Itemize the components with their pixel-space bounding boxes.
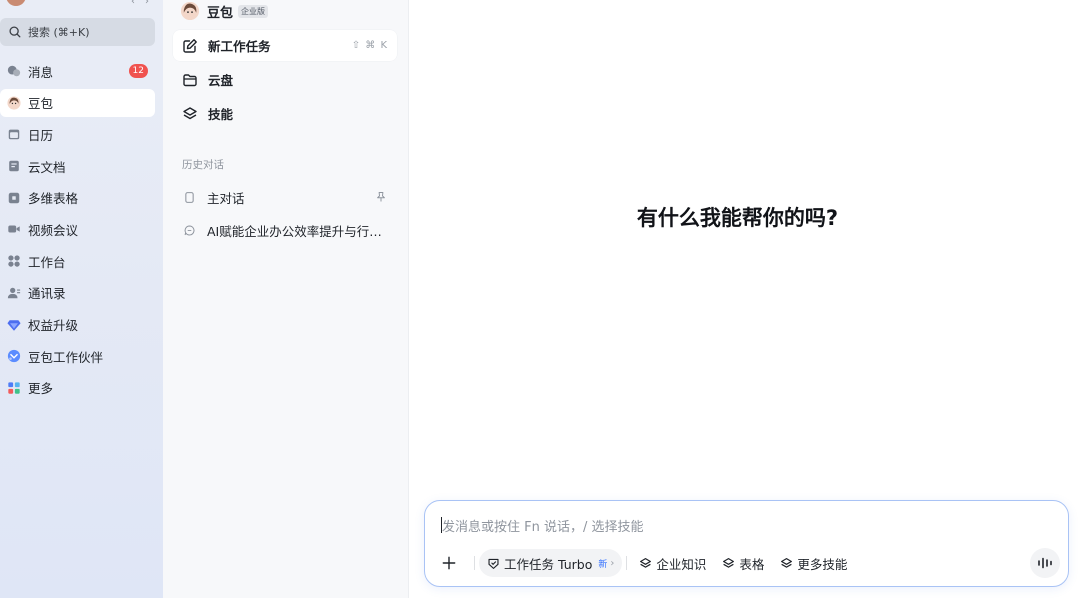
nav-item-calendar[interactable]: 日历: [0, 120, 155, 148]
message-composer[interactable]: 发消息或按住 Fn 说话，/ 选择技能 工作任务 Turbo 新 › 企业知识 …: [424, 500, 1069, 587]
search-icon: [9, 26, 21, 38]
waveform-icon: [1038, 557, 1052, 569]
message-icon: [7, 65, 21, 77]
more-skills-label: 更多技能: [797, 556, 848, 572]
nav-item-label: 视频会议: [28, 222, 79, 238]
nav-item-contacts[interactable]: 通讯录: [0, 279, 155, 307]
nav-item-label: 更多: [28, 381, 54, 397]
new-task-shortcut: ⇧ ⌘ K: [351, 40, 388, 51]
nav-item-base[interactable]: 多维表格: [0, 184, 155, 212]
edit-icon: [183, 38, 197, 53]
workplace-icon: [8, 255, 20, 267]
sheet-label: 表格: [739, 556, 765, 572]
skills-item[interactable]: 技能: [173, 98, 397, 129]
history-item-label: 主对话: [207, 190, 245, 206]
nav-list: 消息 12 豆包 日历 云文档 多维表格 视频会议 工作台 通讯录 权益升级 豆…: [0, 57, 155, 406]
base-table-icon: [8, 192, 20, 203]
work-task-turbo-chip[interactable]: 工作任务 Turbo 新 ›: [479, 549, 623, 577]
video-meeting-icon: [8, 225, 20, 233]
nav-item-label: 豆包工作伙伴: [28, 349, 104, 365]
search-bar[interactable]: 搜索 (⌘+K): [0, 18, 155, 46]
more-apps-icon: [8, 382, 20, 394]
nav-item-label: 豆包: [28, 96, 54, 112]
history-back-icon[interactable]: ‹: [131, 0, 135, 7]
history-section-label: 历史对话: [182, 159, 224, 171]
work-task-label: 工作任务 Turbo: [504, 556, 593, 572]
doubao-panel: 豆包 企业版 新工作任务 ⇧ ⌘ K 云盘 技能 历史对话 主对话 AI赋能企业…: [163, 0, 409, 598]
voice-input-button[interactable]: [1030, 548, 1060, 578]
left-nav: ‹ › 搜索 (⌘+K) 消息 12 豆包 日历 云文档 多维表格 视频会议 工…: [0, 0, 163, 598]
composer-placeholder[interactable]: 发消息或按住 Fn 说话，/ 选择技能: [442, 516, 644, 535]
nav-item-more[interactable]: 更多: [0, 374, 155, 402]
doc-icon: [185, 191, 194, 203]
folder-icon: [183, 73, 197, 86]
new-task-label: 新工作任务: [208, 39, 271, 54]
panel-header: 豆包 企业版: [181, 0, 269, 22]
nav-item-workplace[interactable]: 工作台: [0, 247, 155, 275]
sheet-chip[interactable]: 表格: [714, 549, 772, 577]
history-item-ai-office[interactable]: AI赋能企业办公效率提升与行业...: [173, 216, 397, 244]
diamond-icon: [7, 319, 21, 331]
unread-badge: 12: [128, 64, 148, 78]
edition-tag: 企业版: [238, 4, 269, 18]
partner-icon: [7, 350, 21, 363]
chat-icon: [184, 225, 195, 235]
nav-item-label: 多维表格: [28, 191, 79, 207]
nav-item-doubao-partner[interactable]: 豆包工作伙伴: [0, 342, 155, 370]
nav-item-label: 云文档: [28, 159, 66, 175]
toolbar-divider: [626, 556, 628, 570]
nav-item-doubao[interactable]: 豆包: [0, 88, 155, 117]
nav-top-icons: ‹ ›: [131, 0, 149, 7]
toolbar-divider: [474, 556, 475, 570]
user-avatar[interactable]: [6, 0, 26, 6]
layers-icon: [723, 557, 735, 568]
layers-icon: [640, 557, 652, 568]
new-task-button[interactable]: 新工作任务 ⇧ ⌘ K: [173, 30, 397, 61]
history-item-main[interactable]: 主对话: [173, 183, 397, 211]
nav-item-label: 消息: [28, 64, 54, 80]
task-turbo-icon: [488, 558, 499, 569]
doubao-avatar: [181, 2, 199, 20]
enterprise-knowledge-label: 企业知识: [656, 556, 707, 572]
nav-item-label: 权益升级: [28, 318, 79, 333]
new-badge: 新: [598, 559, 608, 570]
nav-item-cloud-docs[interactable]: 云文档: [0, 152, 155, 180]
more-skills-chip[interactable]: 更多技能: [772, 549, 855, 577]
history-item-label: AI赋能企业办公效率提升与行业...: [207, 223, 391, 239]
calendar-icon: [8, 130, 20, 140]
welcome-heading: 有什么我能帮你的吗?: [636, 206, 839, 230]
nav-item-label: 通讯录: [28, 286, 66, 302]
nav-item-label: 工作台: [28, 254, 66, 270]
nav-item-messages[interactable]: 消息 12: [0, 57, 155, 85]
history-forward-icon[interactable]: ›: [145, 0, 149, 7]
cloud-drive-item[interactable]: 云盘: [173, 64, 397, 95]
nav-item-upgrade[interactable]: 权益升级: [0, 311, 155, 339]
doubao-avatar-icon: [7, 96, 21, 110]
plus-icon: [442, 556, 456, 570]
cloud-doc-icon: [9, 160, 19, 172]
composer-toolbar: 工作任务 Turbo 新 › 企业知识 表格 更多技能: [438, 549, 855, 577]
search-label: 搜索 (⌘+K): [28, 26, 90, 39]
doubao-avatar-icon: [181, 2, 199, 20]
contacts-icon: [7, 287, 21, 299]
enterprise-knowledge-chip[interactable]: 企业知识: [631, 549, 714, 577]
cloud-drive-label: 云盘: [208, 73, 234, 88]
nav-item-label: 日历: [28, 127, 54, 143]
panel-title: 豆包: [207, 5, 234, 21]
chat-main: 有什么我能帮你的吗? 发消息或按住 Fn 说话，/ 选择技能 工作任务 Turb…: [409, 0, 1080, 598]
layers-icon: [183, 106, 197, 119]
layers-icon: [781, 557, 793, 568]
pin-icon[interactable]: [375, 191, 387, 203]
chevron-right-icon: ›: [610, 557, 615, 569]
app-root: ‹ › 搜索 (⌘+K) 消息 12 豆包 日历 云文档 多维表格 视频会议 工…: [0, 0, 1080, 598]
attach-button[interactable]: [438, 552, 460, 574]
skills-label: 技能: [208, 107, 234, 122]
nav-item-video-meeting[interactable]: 视频会议: [0, 215, 155, 243]
